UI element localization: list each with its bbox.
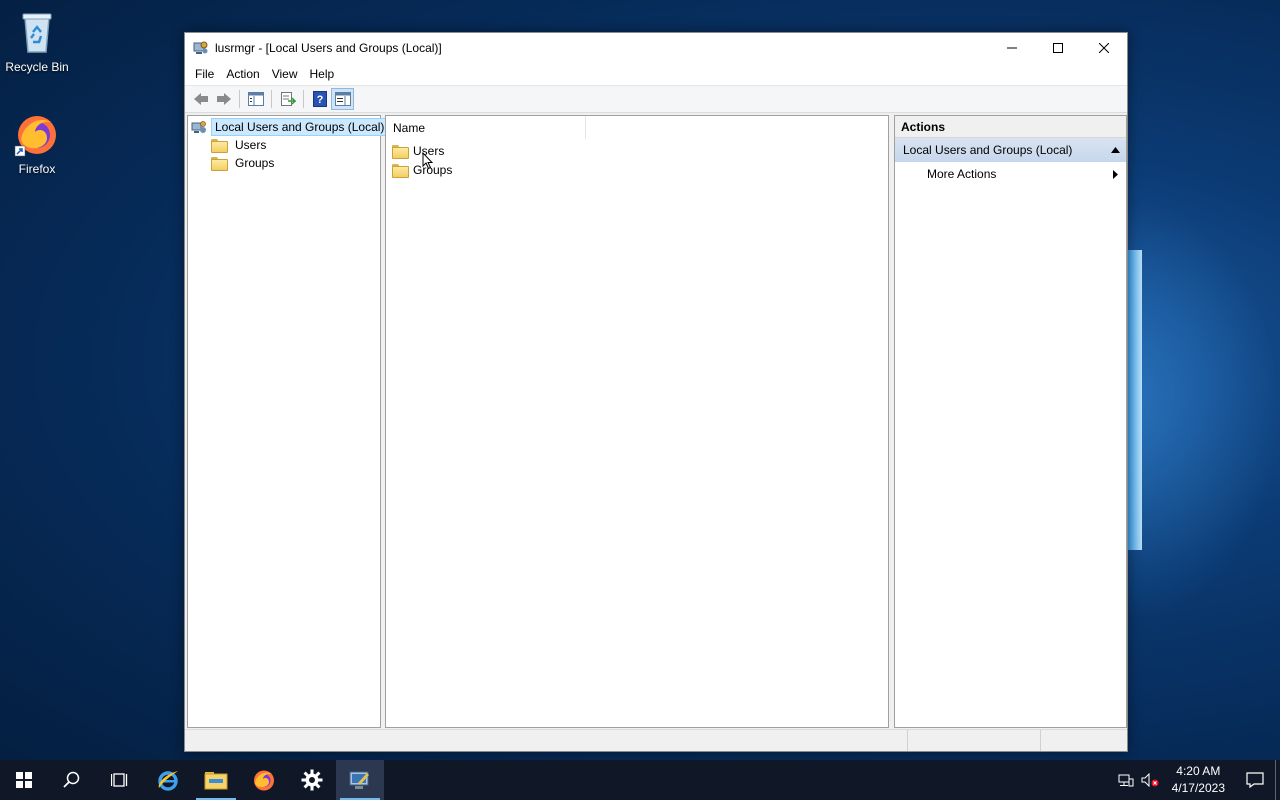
desktop-icon-firefox[interactable]: Firefox bbox=[0, 110, 74, 176]
firefox-taskbar-button[interactable] bbox=[240, 760, 288, 800]
folder-icon bbox=[392, 144, 409, 159]
show-hide-console-tree-button[interactable] bbox=[244, 88, 267, 110]
mouse-cursor-icon bbox=[422, 152, 434, 170]
network-icon bbox=[1118, 774, 1134, 787]
toolbar-separator bbox=[303, 90, 304, 108]
toolbar-separator bbox=[239, 90, 240, 108]
actions-section-label: Local Users and Groups (Local) bbox=[903, 143, 1073, 157]
lusrmgr-window: lusrmgr - [Local Users and Groups (Local… bbox=[184, 32, 1128, 752]
list-item-groups[interactable]: Groups bbox=[386, 160, 888, 179]
status-section-main bbox=[185, 730, 908, 751]
tree-item-groups[interactable]: Groups bbox=[188, 154, 380, 172]
title-bar[interactable]: lusrmgr - [Local Users and Groups (Local… bbox=[185, 33, 1127, 62]
desktop-light-beam bbox=[1128, 250, 1142, 550]
folder-icon bbox=[211, 139, 228, 153]
notification-icon bbox=[1246, 772, 1264, 788]
computer-management-icon bbox=[193, 40, 209, 56]
help-button[interactable]: ? bbox=[308, 88, 331, 110]
back-button[interactable] bbox=[189, 88, 212, 110]
firefox-icon bbox=[13, 110, 61, 158]
menu-bar: File Action View Help bbox=[185, 62, 1127, 86]
settings-gear-icon bbox=[301, 769, 323, 791]
minimize-button[interactable] bbox=[989, 33, 1035, 62]
help-icon: ? bbox=[312, 91, 327, 107]
show-desktop-button[interactable] bbox=[1275, 760, 1280, 800]
system-tray: 4:20 AM 4/17/2023 bbox=[1114, 760, 1280, 800]
tree-item-label: Local Users and Groups (Local) bbox=[211, 118, 389, 136]
computer-management-icon bbox=[349, 771, 369, 789]
maximize-icon bbox=[1053, 42, 1063, 53]
actions-section-local-users-groups[interactable]: Local Users and Groups (Local) bbox=[895, 138, 1126, 162]
file-explorer-taskbar-button[interactable] bbox=[192, 760, 240, 800]
close-icon bbox=[1099, 42, 1109, 53]
status-bar bbox=[185, 729, 1127, 751]
tree-item-users[interactable]: Users bbox=[188, 136, 380, 154]
tree-item-root[interactable]: Local Users and Groups (Local) bbox=[188, 118, 389, 136]
console-tree-icon bbox=[247, 92, 264, 106]
local-users-groups-icon bbox=[191, 119, 207, 135]
svg-text:?: ? bbox=[316, 94, 323, 106]
firefox-icon bbox=[254, 770, 274, 791]
desktop-icon-label: Firefox bbox=[18, 162, 56, 176]
search-button[interactable] bbox=[48, 760, 96, 800]
network-tray-button[interactable] bbox=[1114, 773, 1138, 787]
windows-logo-icon bbox=[16, 772, 32, 788]
volume-muted-icon bbox=[1141, 773, 1159, 787]
menu-help[interactable]: Help bbox=[304, 67, 341, 81]
folder-icon bbox=[211, 157, 228, 171]
action-center-button[interactable] bbox=[1235, 772, 1275, 788]
close-button[interactable] bbox=[1081, 33, 1127, 62]
taskbar: 4:20 AM 4/17/2023 bbox=[0, 760, 1280, 800]
menu-file[interactable]: File bbox=[189, 67, 220, 81]
more-actions-item[interactable]: More Actions bbox=[895, 162, 1126, 186]
clock-time: 4:20 AM bbox=[1176, 764, 1221, 778]
file-explorer-icon bbox=[204, 772, 228, 790]
results-pane: Name Users Groups bbox=[385, 115, 889, 728]
actions-header: Actions bbox=[895, 116, 1126, 138]
actions-pane: Actions Local Users and Groups (Local) M… bbox=[894, 115, 1127, 728]
tree-item-label: Users bbox=[235, 138, 267, 152]
recycle-bin-icon bbox=[13, 8, 61, 56]
task-view-icon bbox=[111, 773, 128, 787]
volume-tray-button[interactable] bbox=[1138, 773, 1162, 787]
status-section-3 bbox=[1041, 730, 1127, 751]
more-actions-label: More Actions bbox=[927, 167, 997, 181]
clock-date: 4/17/2023 bbox=[1171, 781, 1225, 795]
back-arrow-icon bbox=[193, 93, 208, 105]
lusrmgr-taskbar-button[interactable] bbox=[336, 760, 384, 800]
desktop-icon-recycle-bin[interactable]: Recycle Bin bbox=[0, 8, 74, 74]
start-button[interactable] bbox=[0, 760, 48, 800]
maximize-button[interactable] bbox=[1035, 33, 1081, 62]
collapse-up-icon bbox=[1111, 147, 1120, 153]
list-item-users[interactable]: Users bbox=[386, 141, 888, 160]
menu-view[interactable]: View bbox=[266, 67, 304, 81]
menu-action[interactable]: Action bbox=[220, 67, 265, 81]
status-section-2 bbox=[908, 730, 1041, 751]
forward-button[interactable] bbox=[212, 88, 235, 110]
internet-explorer-taskbar-button[interactable] bbox=[144, 760, 192, 800]
column-header-name[interactable]: Name bbox=[386, 116, 586, 139]
folder-icon bbox=[392, 163, 409, 178]
list-header: Name bbox=[386, 116, 888, 140]
show-hide-action-pane-button[interactable] bbox=[331, 88, 354, 110]
console-tree-pane: Local Users and Groups (Local) Users Gro… bbox=[187, 115, 389, 728]
toolbar-separator bbox=[271, 90, 272, 108]
window-title: lusrmgr - [Local Users and Groups (Local… bbox=[215, 40, 442, 55]
tree-item-label: Groups bbox=[235, 156, 275, 170]
internet-explorer-icon bbox=[158, 771, 178, 791]
toolbar: ? bbox=[185, 86, 1127, 113]
settings-taskbar-button[interactable] bbox=[288, 760, 336, 800]
action-pane-icon bbox=[334, 92, 351, 106]
minimize-icon bbox=[1007, 47, 1017, 48]
desktop-icon-label: Recycle Bin bbox=[5, 60, 69, 74]
task-view-button[interactable] bbox=[96, 760, 144, 800]
submenu-arrow-icon bbox=[1113, 169, 1118, 179]
search-icon bbox=[63, 771, 80, 788]
clock[interactable]: 4:20 AM 4/17/2023 bbox=[1162, 763, 1235, 797]
export-list-button[interactable] bbox=[276, 88, 299, 110]
export-list-icon bbox=[280, 92, 296, 106]
forward-arrow-icon bbox=[216, 93, 231, 105]
